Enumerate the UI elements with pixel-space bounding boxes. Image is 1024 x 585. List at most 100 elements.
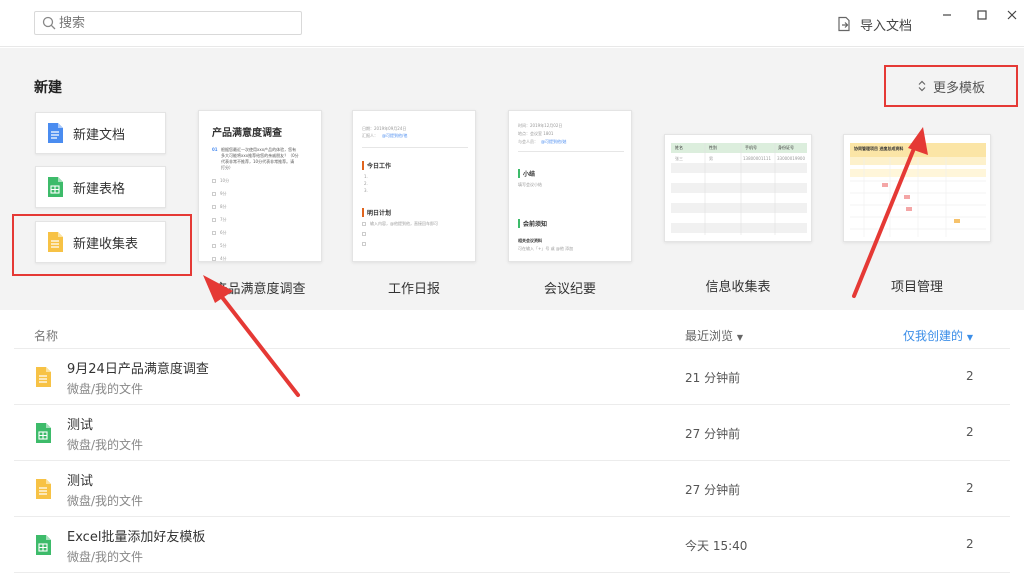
template-label-survey[interactable]: 产品满意度调查: [190, 278, 330, 297]
form-yellow-icon: [36, 479, 51, 499]
file-path: 微盘/我的文件: [67, 494, 144, 508]
thumb-meta: 时间：2019年12月02日: [518, 123, 563, 128]
thumb-heading: 明日计划: [362, 208, 391, 217]
thumb-option: 9分: [220, 191, 227, 196]
thumb-title: 协同管理项目 进度总成资料: [854, 146, 904, 151]
file-path: 微盘/我的文件: [67, 550, 144, 564]
sheet-green-icon: [48, 177, 63, 197]
thumb-divider: [362, 147, 468, 148]
list-header: 名称 最近浏览 ▼ 仅我创建的 ▼: [0, 320, 1024, 348]
thumb-option: 7分: [220, 217, 227, 222]
template-project-management-thumbnail[interactable]: 协同管理项目 进度总成资料: [843, 134, 991, 242]
thumb-subheading: 相关会议资料: [518, 238, 542, 243]
new-section: 新建 更多模板 新建文档 新建表格 新建收集表 产品满意度调查 01 根据您最近…: [0, 48, 1024, 310]
wecom-docs-window: 导入文档 新建 更多模板 新建文档: [0, 0, 1024, 585]
thumb-meta: 日期：2019年09月24日: [362, 126, 407, 131]
thumb-meta-link: @可提到他/他: [382, 133, 408, 138]
thumb-col-header: 手机号: [745, 145, 757, 150]
sheet-green-icon: [36, 423, 51, 443]
file-row[interactable]: 9月24日产品满意度调查 微盘/我的文件 21 分钟前 2: [14, 348, 1010, 404]
minimize-icon[interactable]: [940, 8, 954, 22]
close-icon[interactable]: [1005, 8, 1019, 22]
filter-mine-button[interactable]: 仅我创建的 ▼: [903, 327, 973, 344]
file-name: Excel批量添加好友模板: [67, 530, 206, 545]
thumb-meta: 地点：会议室 1801: [518, 131, 554, 136]
thumb-option: 10分: [220, 178, 230, 183]
caret-down-icon: ▼: [736, 333, 743, 342]
search-box[interactable]: [34, 11, 302, 35]
thumb-cell: 男: [709, 156, 713, 161]
file-name: 测试: [67, 474, 94, 489]
thumb-cell: 张三: [675, 156, 683, 161]
thumb-item: 2.: [364, 181, 368, 186]
thumb-meta: 汇报人：: [362, 133, 378, 138]
thumb-cell: 33000019900: [777, 156, 805, 161]
expand-icon: [918, 80, 926, 92]
thumb-checkbox: [212, 244, 216, 248]
file-name: 9月24日产品满意度调查: [67, 362, 209, 377]
import-label: 导入文档: [860, 18, 913, 34]
template-label-project-management[interactable]: 项目管理: [847, 276, 987, 295]
more-templates-button[interactable]: 更多模板: [884, 65, 1018, 107]
thumb-meta: 与会人员：: [518, 139, 538, 144]
thumb-col-header: 性别: [709, 145, 717, 150]
file-row-partial[interactable]: [14, 572, 1010, 585]
thumb-checkbox: [362, 242, 366, 246]
thumb-plan: 输入内容，@他提到他，直接回车即可: [370, 221, 438, 226]
thumb-divider: [518, 151, 624, 152]
new-sheet-button[interactable]: 新建表格: [35, 166, 166, 208]
template-survey-thumbnail[interactable]: 产品满意度调查 01 根据您最近一次使用xxx产品的体验，您有 多大可能将xxx…: [198, 110, 322, 262]
thumb-heading: 会前须知: [518, 219, 547, 228]
file-time: 21 分钟前: [685, 371, 741, 385]
file-time: 27 分钟前: [685, 483, 741, 497]
file-time: 今天 15:40: [685, 539, 748, 553]
thumb-option: 5分: [220, 243, 227, 248]
file-row[interactable]: 测试 微盘/我的文件 27 分钟前 2: [14, 460, 1010, 516]
section-title: 新建: [34, 80, 62, 96]
template-info-collection-thumbnail[interactable]: 姓名 性别 手机号 身份证号 张三 男 13800001111 33000019…: [664, 134, 812, 242]
thumb-option: 8分: [220, 204, 227, 209]
file-row[interactable]: Excel批量添加好友模板 微盘/我的文件 今天 15:40 2: [14, 516, 1010, 572]
file-count: 2: [966, 369, 974, 383]
thumb-col-header: 身份证号: [778, 145, 794, 150]
import-document-button[interactable]: 导入文档: [836, 14, 912, 34]
thumb-summary: 填写会议小结: [518, 182, 542, 187]
thumb-col-header: 姓名: [675, 145, 683, 150]
new-document-button[interactable]: 新建文档: [35, 112, 166, 154]
form-yellow-icon: [36, 367, 51, 387]
file-count: 2: [966, 425, 974, 439]
template-daily-report-thumbnail[interactable]: 日期：2019年09月24日 汇报人： @可提到他/他 今日工作 1. 2. 3…: [352, 110, 476, 262]
template-label-daily-report[interactable]: 工作日报: [344, 278, 484, 297]
file-row[interactable]: 测试 微盘/我的文件 27 分钟前 2: [14, 404, 1010, 460]
template-meeting-notes-thumbnail[interactable]: 时间：2019年12月02日 地点：会议室 1801 与会人员： @可提到他/她…: [508, 110, 632, 262]
thumb-checkbox: [212, 179, 216, 183]
template-label-meeting-notes[interactable]: 会议纪要: [500, 278, 640, 297]
search-input[interactable]: [59, 14, 295, 32]
template-label-info-collection[interactable]: 信息收集表: [668, 276, 808, 295]
thumb-meta-link: @可提到他/她: [541, 139, 567, 144]
doc-blue-icon: [48, 123, 63, 143]
thumb-item: 3.: [364, 188, 368, 193]
file-count: 2: [966, 537, 974, 551]
thumb-checkbox: [212, 205, 216, 209]
file-path: 微盘/我的文件: [67, 438, 144, 452]
sort-recent-button[interactable]: 最近浏览 ▼: [685, 327, 743, 344]
thumb-checkbox: [362, 232, 366, 236]
thumb-option: 4分: [220, 256, 227, 261]
thumb-heading: 小结: [518, 169, 535, 178]
search-icon: [42, 16, 56, 30]
thumb-checkbox: [212, 192, 216, 196]
thumb-table-grid: [671, 143, 807, 235]
thumb-question-line: 打分）: [221, 165, 233, 170]
file-time: 27 分钟前: [685, 427, 741, 441]
maximize-icon[interactable]: [975, 8, 989, 22]
thumb-item: 1.: [364, 174, 368, 179]
file-count: 2: [966, 481, 974, 495]
thumb-checkbox: [212, 257, 216, 261]
sort-recent-label: 最近浏览: [685, 329, 734, 343]
column-name: 名称: [34, 329, 59, 343]
top-bar: 导入文档: [0, 0, 1024, 47]
new-document-label: 新建文档: [73, 127, 126, 143]
thumb-checkbox: [362, 222, 366, 226]
import-icon: [838, 16, 850, 32]
